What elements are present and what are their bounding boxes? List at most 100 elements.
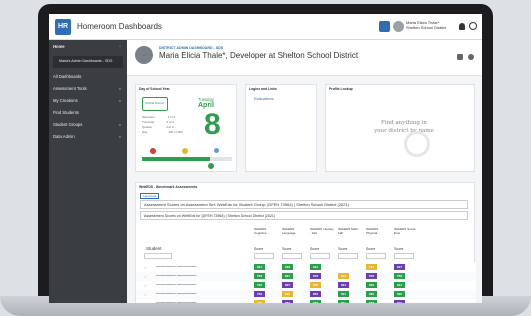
score-cell[interactable]: 538 <box>282 264 293 270</box>
score-cell[interactable]: 627 <box>394 264 405 270</box>
score-filter[interactable] <box>366 253 386 259</box>
checkmark-icon[interactable]: ✓ <box>144 265 147 270</box>
score-cell[interactable]: 756 <box>394 273 405 279</box>
user-menu[interactable]: Maria Elicia Thale* Shelton School Distr… <box>406 20 446 30</box>
student-name[interactable]: ***************** ***************** <box>156 274 197 278</box>
flower-icon <box>150 148 156 154</box>
column-header-5[interactable]: WebEDS Physical <box>366 227 390 235</box>
score-cell[interactable]: 667 <box>282 282 293 288</box>
student-filter[interactable] <box>144 253 172 259</box>
score-cell[interactable]: 678 <box>366 273 377 279</box>
score-cell[interactable]: 661 <box>254 264 265 270</box>
sidebar-item-data-admin[interactable]: Data Admin <box>53 134 75 139</box>
sidebar-item-my-creations[interactable]: My Creations <box>53 98 78 103</box>
bell-icon[interactable] <box>459 23 465 30</box>
term-row: Trimester 3 of 3 <box>142 120 174 124</box>
student-column-header[interactable]: Student <box>146 246 162 251</box>
student-name[interactable]: ***************** ***************** <box>156 265 197 269</box>
score-filter[interactable] <box>338 253 358 259</box>
score-filter[interactable] <box>394 253 414 259</box>
score-filter[interactable] <box>254 253 274 259</box>
screen: HR Homeroom Dashboards Maria Elicia Thal… <box>49 14 482 303</box>
score-cell[interactable]: 667 <box>282 273 293 279</box>
avatar-icon[interactable] <box>393 21 404 32</box>
student-group-select[interactable]: Assessment Scores on WebEds for (DFEH 73… <box>140 211 468 220</box>
profile-search-input[interactable]: Find anything in your district by name <box>374 119 434 135</box>
chevron-down-icon[interactable]: v <box>119 134 121 139</box>
table-row[interactable]: ✓ ***************** ***************** 661 5… <box>136 263 476 272</box>
breadcrumb[interactable]: DISTRICT ADMIN DASHBOARD - SDS <box>159 46 223 50</box>
chevron-down-icon[interactable]: v <box>119 98 121 103</box>
app-title: Homeroom Dashboards <box>77 22 162 31</box>
avatar <box>135 46 153 64</box>
score-label: Score <box>394 247 404 251</box>
snowflake-icon <box>214 148 219 153</box>
sidebar-item-admin-dashboard[interactable]: Maria's Admin Dashboards - SDS <box>59 59 112 63</box>
student-name[interactable]: ***************** ***************** <box>156 301 197 303</box>
score-cell[interactable]: 678 <box>310 282 321 288</box>
score-cell[interactable]: 640 <box>310 264 321 270</box>
score-cell[interactable]: 690 <box>366 291 377 297</box>
score-cell[interactable]: 601 <box>338 282 349 288</box>
score-cell[interactable]: 756 <box>254 273 265 279</box>
score-filter[interactable] <box>310 253 330 259</box>
chevron-down-icon[interactable]: v <box>119 122 121 127</box>
sidebar-item-student-groups[interactable]: Student Groups <box>53 122 82 127</box>
score-cell[interactable]: 678 <box>310 273 321 279</box>
launched-tag[interactable]: Launched <box>140 193 160 199</box>
score-label: Score <box>282 247 292 251</box>
score-cell[interactable]: 601 <box>338 273 349 279</box>
score-label: Score <box>254 247 264 251</box>
student-name[interactable]: ***************** ***************** <box>156 292 197 296</box>
score-cell[interactable]: 914 <box>394 282 405 288</box>
score-cell[interactable]: 667 <box>282 300 293 303</box>
column-header-4[interactable]: WebEDS Math - Fall <box>338 227 362 235</box>
wida-assessment-panel: WebEDS - Benchmark Assessments Launched … <box>135 182 476 303</box>
gear-icon[interactable] <box>468 54 474 60</box>
score-cell[interactable]: 756 <box>254 291 265 297</box>
score-cell[interactable]: 756 <box>254 300 265 303</box>
table-row[interactable]: ✓ ***************** ***************** 756 6… <box>136 299 476 303</box>
table-row[interactable]: ✓ ***************** ***************** 756 6… <box>136 272 476 281</box>
column-header-2[interactable]: WebEDS Language <box>282 227 306 235</box>
checkmark-icon[interactable]: ✓ <box>144 301 147 303</box>
term-row: Semester 2 of 2 <box>142 115 176 119</box>
score-cell[interactable]: 601 <box>338 291 349 297</box>
help-icon[interactable] <box>469 22 477 30</box>
student-name[interactable]: ***************** ***************** <box>156 283 197 287</box>
sidebar-item-find-students[interactable]: Find Students <box>53 110 79 115</box>
score-cell[interactable]: 655 <box>310 291 321 297</box>
app-logo[interactable]: HR <box>55 19 71 35</box>
score-cell[interactable]: 712 <box>366 264 377 270</box>
score-filter[interactable] <box>282 253 302 259</box>
score-cell[interactable]: 632 <box>394 291 405 297</box>
score-cell[interactable]: 578 <box>366 300 377 303</box>
table-row[interactable]: ✓ ***************** ***************** 756 5… <box>136 290 476 299</box>
evaluations-link[interactable]: Evaluations <box>254 97 274 101</box>
card-title: Profile Lookup <box>329 87 353 91</box>
card-title: Logins and Links <box>249 87 277 91</box>
assessment-set-select[interactable]: Assessment Scores on Assessment Set: Web… <box>140 200 468 209</box>
score-cell[interactable]: 601 <box>338 300 349 303</box>
grid-icon[interactable] <box>457 54 463 60</box>
chevron-up-icon[interactable]: ^ <box>119 44 121 49</box>
checkmark-icon[interactable]: ✓ <box>144 292 147 297</box>
score-cell[interactable]: 756 <box>254 282 265 288</box>
sidebar-item-all-dashboards[interactable]: All Dashboards <box>53 74 81 79</box>
column-header-1[interactable]: WebEDS Cognitive <box>254 227 278 235</box>
sidebar-item-assessment-tools[interactable]: Assessment Tools <box>53 86 87 91</box>
table-row[interactable]: ✓ ***************** ***************** 756 6… <box>136 281 476 290</box>
checkmark-icon[interactable]: ✓ <box>144 274 147 279</box>
score-cell[interactable]: 656 <box>366 282 377 288</box>
column-header-6[interactable]: WebEDS Social Emo <box>394 227 418 235</box>
score-cell[interactable]: 678 <box>310 300 321 303</box>
sidebar-subitem[interactable]: Maria's Admin Dashboards - SDS <box>53 56 123 68</box>
column-header-3[interactable]: WebEDS Literacy - Fall <box>310 227 334 235</box>
chevron-down-icon[interactable]: v <box>119 86 121 91</box>
checkmark-icon[interactable]: ✓ <box>144 283 147 288</box>
sidebar-item-home[interactable]: Home <box>53 44 65 49</box>
score-cell[interactable]: 594 <box>282 291 293 297</box>
apps-icon[interactable] <box>379 21 390 32</box>
year-progress-bar <box>142 157 232 161</box>
score-cell[interactable]: 527 <box>394 300 405 303</box>
